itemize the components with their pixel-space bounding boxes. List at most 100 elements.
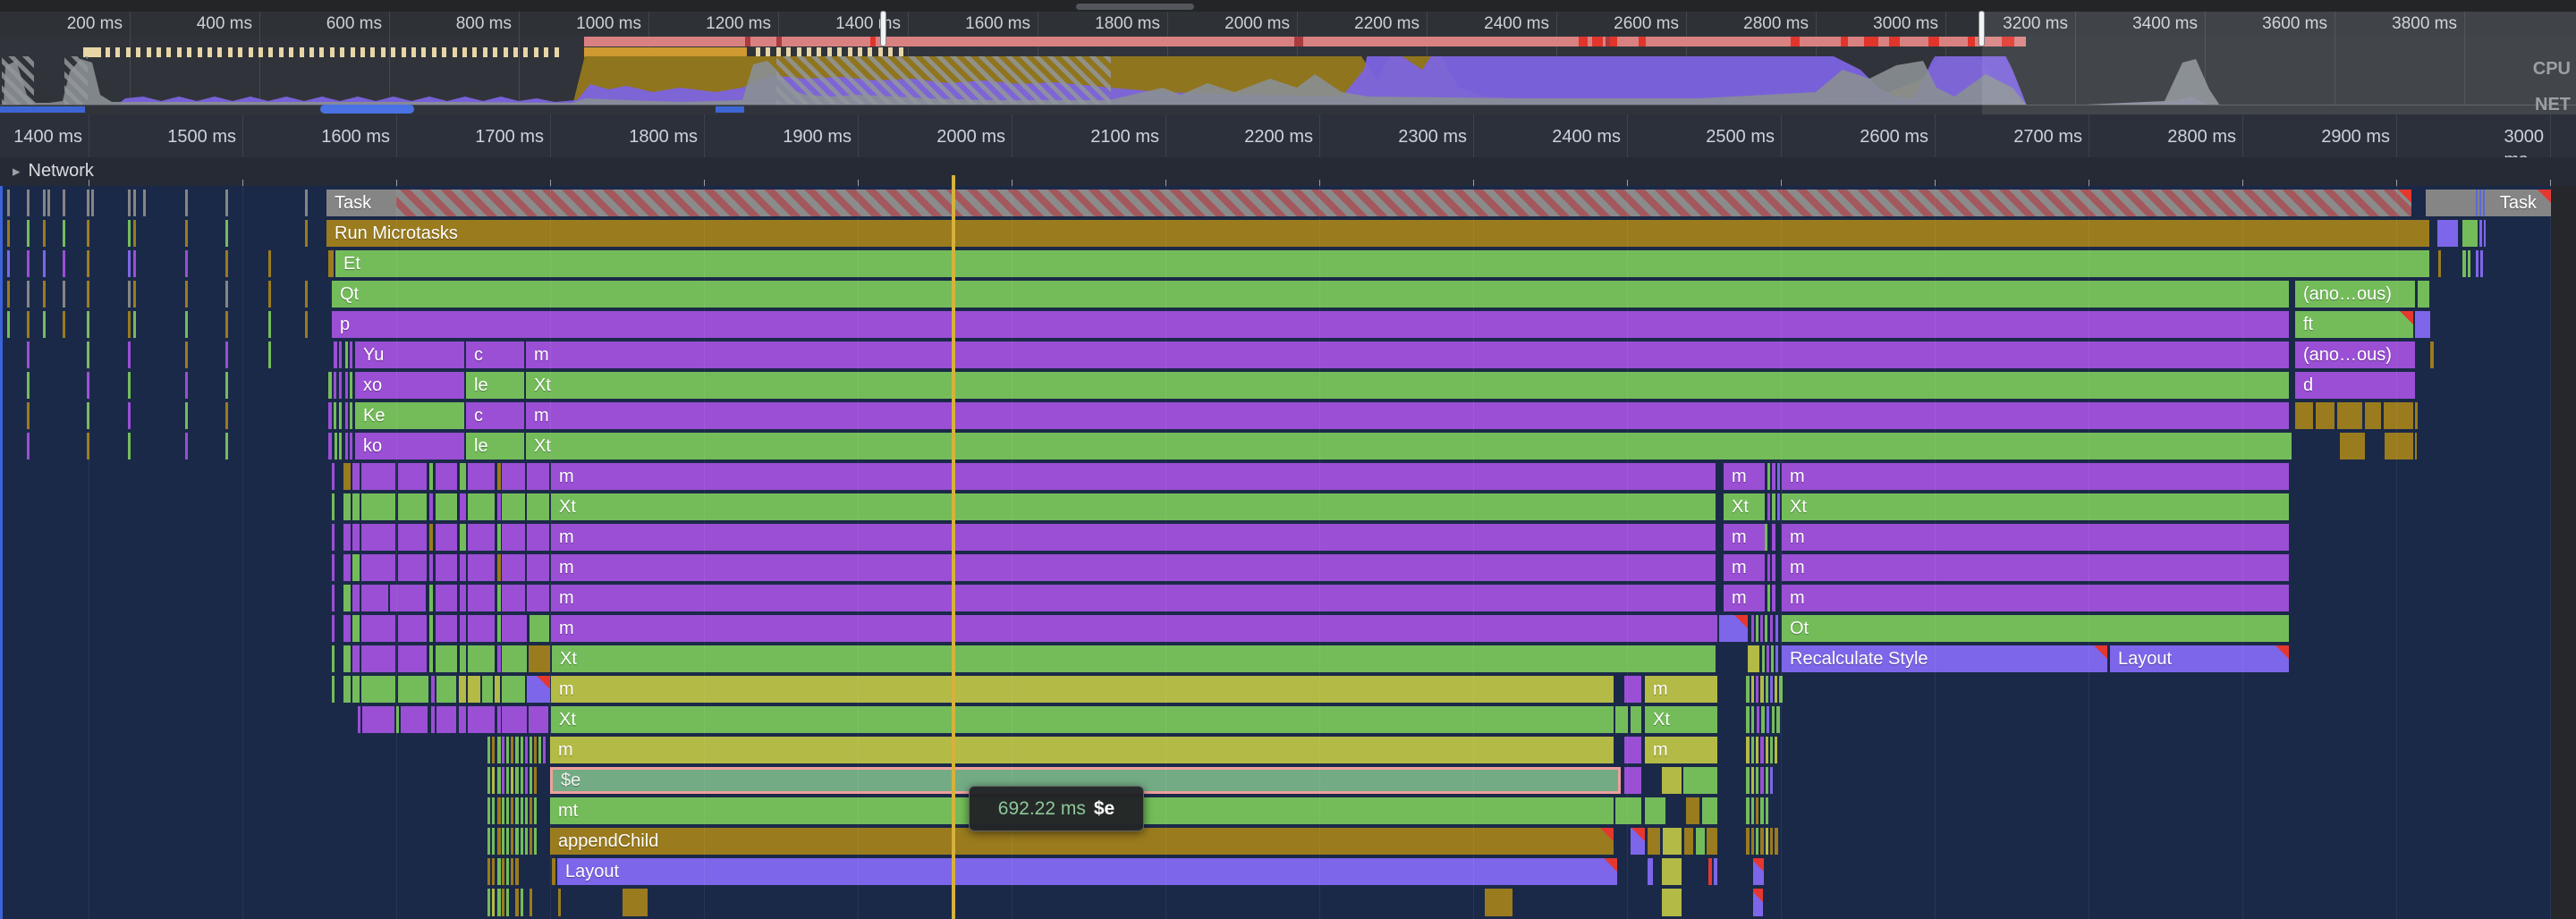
flame-bar[interactable] xyxy=(492,828,495,855)
flame-bar[interactable] xyxy=(225,220,228,247)
flame-bar-xt[interactable]: Xt xyxy=(1724,493,1765,520)
flame-bar[interactable] xyxy=(515,767,519,794)
flame-bar[interactable] xyxy=(185,281,188,308)
flame-bar[interactable] xyxy=(1615,797,1641,824)
flame-bar[interactable] xyxy=(502,737,504,763)
flame-bar[interactable] xyxy=(361,554,395,581)
flame-bar[interactable] xyxy=(460,493,466,520)
flame-bar[interactable] xyxy=(1775,828,1778,855)
flame-bar[interactable] xyxy=(497,615,501,642)
flame-bar[interactable] xyxy=(502,493,525,520)
flame-bar[interactable] xyxy=(468,493,495,520)
flame-bar[interactable] xyxy=(1648,858,1653,885)
flame-bar[interactable] xyxy=(482,676,493,703)
flame-bar[interactable] xyxy=(185,341,188,368)
flame-bar-task[interactable]: Task xyxy=(2426,190,2551,216)
flame-bar[interactable] xyxy=(468,615,495,642)
flame-bar-ot[interactable]: Ot xyxy=(1782,615,2289,642)
vertical-scrollbar-track[interactable] xyxy=(2551,186,2576,919)
flame-bar[interactable] xyxy=(343,676,351,703)
flame-bar[interactable] xyxy=(530,797,532,824)
flame-bar[interactable] xyxy=(497,706,501,733)
flame-bar[interactable] xyxy=(502,554,525,581)
flame-bar[interactable] xyxy=(1631,706,1641,733)
timeline-overview-minimap[interactable]: 200 ms400 ms600 ms800 ms1000 ms1200 ms14… xyxy=(0,0,2576,114)
flame-bar[interactable] xyxy=(460,463,466,490)
flame-bar[interactable] xyxy=(497,767,501,794)
flame-bar[interactable] xyxy=(1770,676,1773,703)
flame-bar[interactable] xyxy=(515,828,519,855)
flame-bar[interactable] xyxy=(1767,585,1770,611)
flame-bar[interactable] xyxy=(185,402,188,429)
flame-bar[interactable] xyxy=(1751,797,1754,824)
flame-bar[interactable] xyxy=(1777,493,1780,520)
flame-bar[interactable] xyxy=(534,828,537,855)
flame-bar[interactable] xyxy=(1631,828,1645,855)
flame-bar[interactable] xyxy=(1662,889,1682,916)
flame-bar[interactable] xyxy=(1751,737,1754,763)
flame-bar[interactable] xyxy=(1684,828,1693,855)
flame-bar[interactable] xyxy=(534,797,537,824)
flame-bar[interactable] xyxy=(133,311,136,338)
flame-bar[interactable] xyxy=(527,585,549,611)
flame-bar[interactable] xyxy=(515,889,519,916)
flame-bar[interactable] xyxy=(343,585,351,611)
flame-bar-xt[interactable]: Xt xyxy=(526,372,2289,399)
flame-bar[interactable] xyxy=(361,463,395,490)
flame-bar[interactable] xyxy=(492,767,495,794)
flame-bar[interactable] xyxy=(352,524,360,551)
flame-bar[interactable] xyxy=(268,281,271,308)
flame-bar[interactable] xyxy=(459,706,466,733)
flame-bar[interactable] xyxy=(502,463,525,490)
flame-bar[interactable] xyxy=(1762,645,1765,672)
flame-bar[interactable] xyxy=(128,190,131,216)
flame-bar[interactable] xyxy=(43,250,46,277)
flame-bar[interactable] xyxy=(2437,220,2458,247)
flame-bar[interactable] xyxy=(225,372,228,399)
flame-bar[interactable] xyxy=(534,767,537,794)
flame-bar[interactable] xyxy=(133,190,136,216)
flame-bar[interactable] xyxy=(468,524,495,551)
flame-bar[interactable] xyxy=(128,433,131,460)
flame-bar[interactable] xyxy=(436,493,457,520)
flame-bar[interactable] xyxy=(487,889,490,916)
flame-bar[interactable] xyxy=(2415,433,2417,460)
flame-bar[interactable] xyxy=(185,190,188,216)
flame-bar[interactable] xyxy=(352,463,360,490)
flame-bar[interactable] xyxy=(1761,706,1765,733)
flame-bar[interactable] xyxy=(527,524,549,551)
flame-bar[interactable] xyxy=(502,615,527,642)
flame-bar[interactable] xyxy=(1746,737,1750,763)
flame-bar[interactable] xyxy=(1775,615,1778,642)
flame-bar[interactable] xyxy=(515,858,519,885)
flame-bar[interactable] xyxy=(225,341,228,368)
flame-bar[interactable] xyxy=(1760,767,1764,794)
flame-bar[interactable] xyxy=(225,190,228,216)
flame-bar[interactable] xyxy=(497,645,501,672)
flame-bar[interactable] xyxy=(27,311,30,338)
flame-bar[interactable] xyxy=(47,190,50,216)
flame-bar[interactable] xyxy=(521,889,523,916)
flame-bar[interactable] xyxy=(492,797,495,824)
flame-bar[interactable] xyxy=(2468,250,2470,277)
flame-bar[interactable] xyxy=(2385,433,2413,460)
flame-bar[interactable] xyxy=(1702,797,1717,824)
flame-bar[interactable] xyxy=(511,797,513,824)
flame-bar[interactable] xyxy=(1662,767,1682,794)
flame-bar[interactable] xyxy=(468,676,480,703)
flame-bar[interactable] xyxy=(128,311,131,338)
flame-bar[interactable] xyxy=(1746,767,1750,794)
flame-bar-xt[interactable]: Xt xyxy=(526,433,2292,460)
flame-bar[interactable] xyxy=(225,281,228,308)
flame-bar[interactable] xyxy=(502,889,504,916)
flame-bar[interactable] xyxy=(1719,615,1748,642)
flame-bar[interactable] xyxy=(1776,706,1780,733)
flame-bar[interactable] xyxy=(1751,615,1754,642)
flame-bar[interactable] xyxy=(527,554,549,581)
flame-bar[interactable] xyxy=(1766,676,1768,703)
flame-bar[interactable] xyxy=(502,676,525,703)
flame-bar-le[interactable]: le xyxy=(466,433,524,460)
flame-bar[interactable] xyxy=(543,737,546,763)
flame-bar[interactable] xyxy=(133,220,136,247)
flame-bar[interactable] xyxy=(511,828,513,855)
